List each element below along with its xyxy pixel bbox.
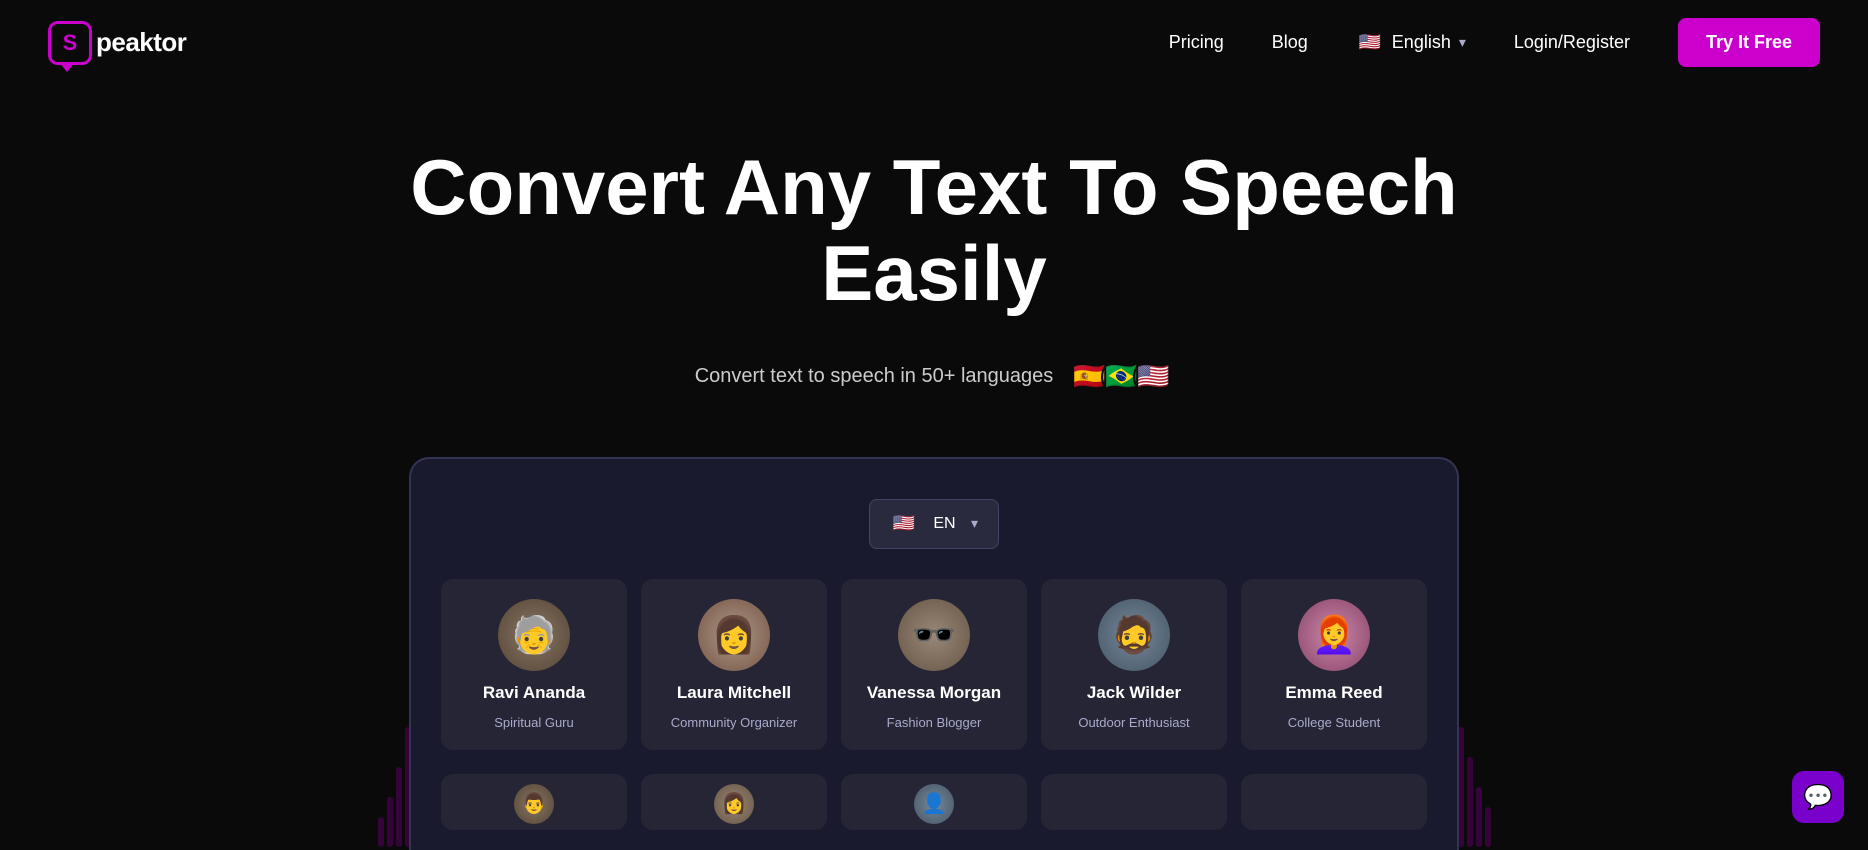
try-free-button[interactable]: Try It Free: [1678, 18, 1820, 67]
avatar-laura: 👩: [698, 599, 770, 671]
logo-name: peaktor: [96, 27, 186, 58]
voice-name-emma: Emma Reed: [1285, 683, 1382, 703]
voice-card-jack[interactable]: 🧔 Jack Wilder Outdoor Enthusiast: [1041, 579, 1227, 750]
voice-name-vanessa: Vanessa Morgan: [867, 683, 1001, 703]
hero-subtitle: Convert text to speech in 50+ languages …: [20, 357, 1848, 397]
nav-links: Pricing Blog 🇺🇸 English ▾ Login/Register…: [1169, 18, 1820, 67]
device-frame: 🇺🇸 EN ▾ 🧓 Ravi Ananda Spiritual Guru 👩 Laura…: [409, 457, 1459, 850]
avatar-bottom-b1: 👨: [514, 784, 554, 824]
hero-section: Convert Any Text To Speech Easily Conver…: [0, 85, 1868, 397]
voice-card-bottom-placeholder-0: [1041, 774, 1227, 830]
nav-pricing[interactable]: Pricing: [1169, 32, 1224, 53]
language-flags: 🇪🇸 🇧🇷 🇺🇸: [1069, 357, 1173, 397]
dropdown-lang-code: EN: [933, 515, 955, 533]
voice-name-jack: Jack Wilder: [1087, 683, 1181, 703]
voice-card-bottom-placeholder-1: [1241, 774, 1427, 830]
voice-role-laura: Community Organizer: [671, 715, 797, 730]
voice-card-bottom-b1[interactable]: 👨: [441, 774, 627, 830]
voice-card-vanessa[interactable]: 🕶️ Vanessa Morgan Fashion Blogger: [841, 579, 1027, 750]
voice-role-ravi: Spiritual Guru: [494, 715, 573, 730]
navbar: S peaktor Pricing Blog 🇺🇸 English ▾ Logi…: [0, 0, 1868, 85]
dropdown-flag-icon: 🇺🇸: [890, 510, 918, 538]
voice-name-ravi: Ravi Ananda: [483, 683, 585, 703]
avatar-bottom-b2: 👩: [714, 784, 754, 824]
logo[interactable]: S peaktor: [48, 21, 186, 65]
avatar-vanessa: 🕶️: [898, 599, 970, 671]
nav-blog[interactable]: Blog: [1272, 32, 1308, 53]
language-dropdown[interactable]: 🇺🇸 EN ▾: [869, 499, 999, 549]
avatar-bottom-b3: 👤: [914, 784, 954, 824]
voice-card-bottom-b2[interactable]: 👩: [641, 774, 827, 830]
device-section: 🇺🇸 EN ▾ 🧓 Ravi Ananda Spiritual Guru 👩 Laura…: [0, 457, 1868, 850]
device-lang-selector: 🇺🇸 EN ▾: [441, 499, 1427, 549]
voice-role-emma: College Student: [1288, 715, 1381, 730]
voice-card-laura[interactable]: 👩 Laura Mitchell Community Organizer: [641, 579, 827, 750]
avatar-emma: 👩‍🦰: [1298, 599, 1370, 671]
avatar-jack: 🧔: [1098, 599, 1170, 671]
voice-name-laura: Laura Mitchell: [677, 683, 791, 703]
nav-login[interactable]: Login/Register: [1514, 32, 1630, 53]
voice-card-emma[interactable]: 👩‍🦰 Emma Reed College Student: [1241, 579, 1427, 750]
dropdown-chevron-icon: ▾: [971, 515, 978, 532]
chevron-down-icon: ▾: [1459, 34, 1466, 51]
voice-card-bottom-b3[interactable]: 👤: [841, 774, 1027, 830]
avatar-ravi: 🧓: [498, 599, 570, 671]
nav-language-selector[interactable]: 🇺🇸 English ▾: [1356, 29, 1466, 57]
voice-card-ravi[interactable]: 🧓 Ravi Ananda Spiritual Guru: [441, 579, 627, 750]
voice-role-vanessa: Fashion Blogger: [887, 715, 982, 730]
subtitle-text: Convert text to speech in 50+ languages: [695, 365, 1054, 388]
voices-grid: 🧓 Ravi Ananda Spiritual Guru 👩 Laura Mitchel…: [441, 579, 1427, 760]
chat-bubble[interactable]: 💬: [1792, 771, 1844, 823]
flag-usa: 🇺🇸: [1133, 357, 1173, 397]
logo-s-icon: S: [48, 21, 92, 65]
lang-label: English: [1392, 32, 1451, 53]
hero-title: Convert Any Text To Speech Easily: [384, 145, 1484, 317]
voice-role-jack: Outdoor Enthusiast: [1078, 715, 1189, 730]
voices-grid-bottom: 👨 👩 👤: [441, 774, 1427, 830]
flag-icon: 🇺🇸: [1356, 29, 1384, 57]
chat-icon: 💬: [1803, 783, 1833, 812]
